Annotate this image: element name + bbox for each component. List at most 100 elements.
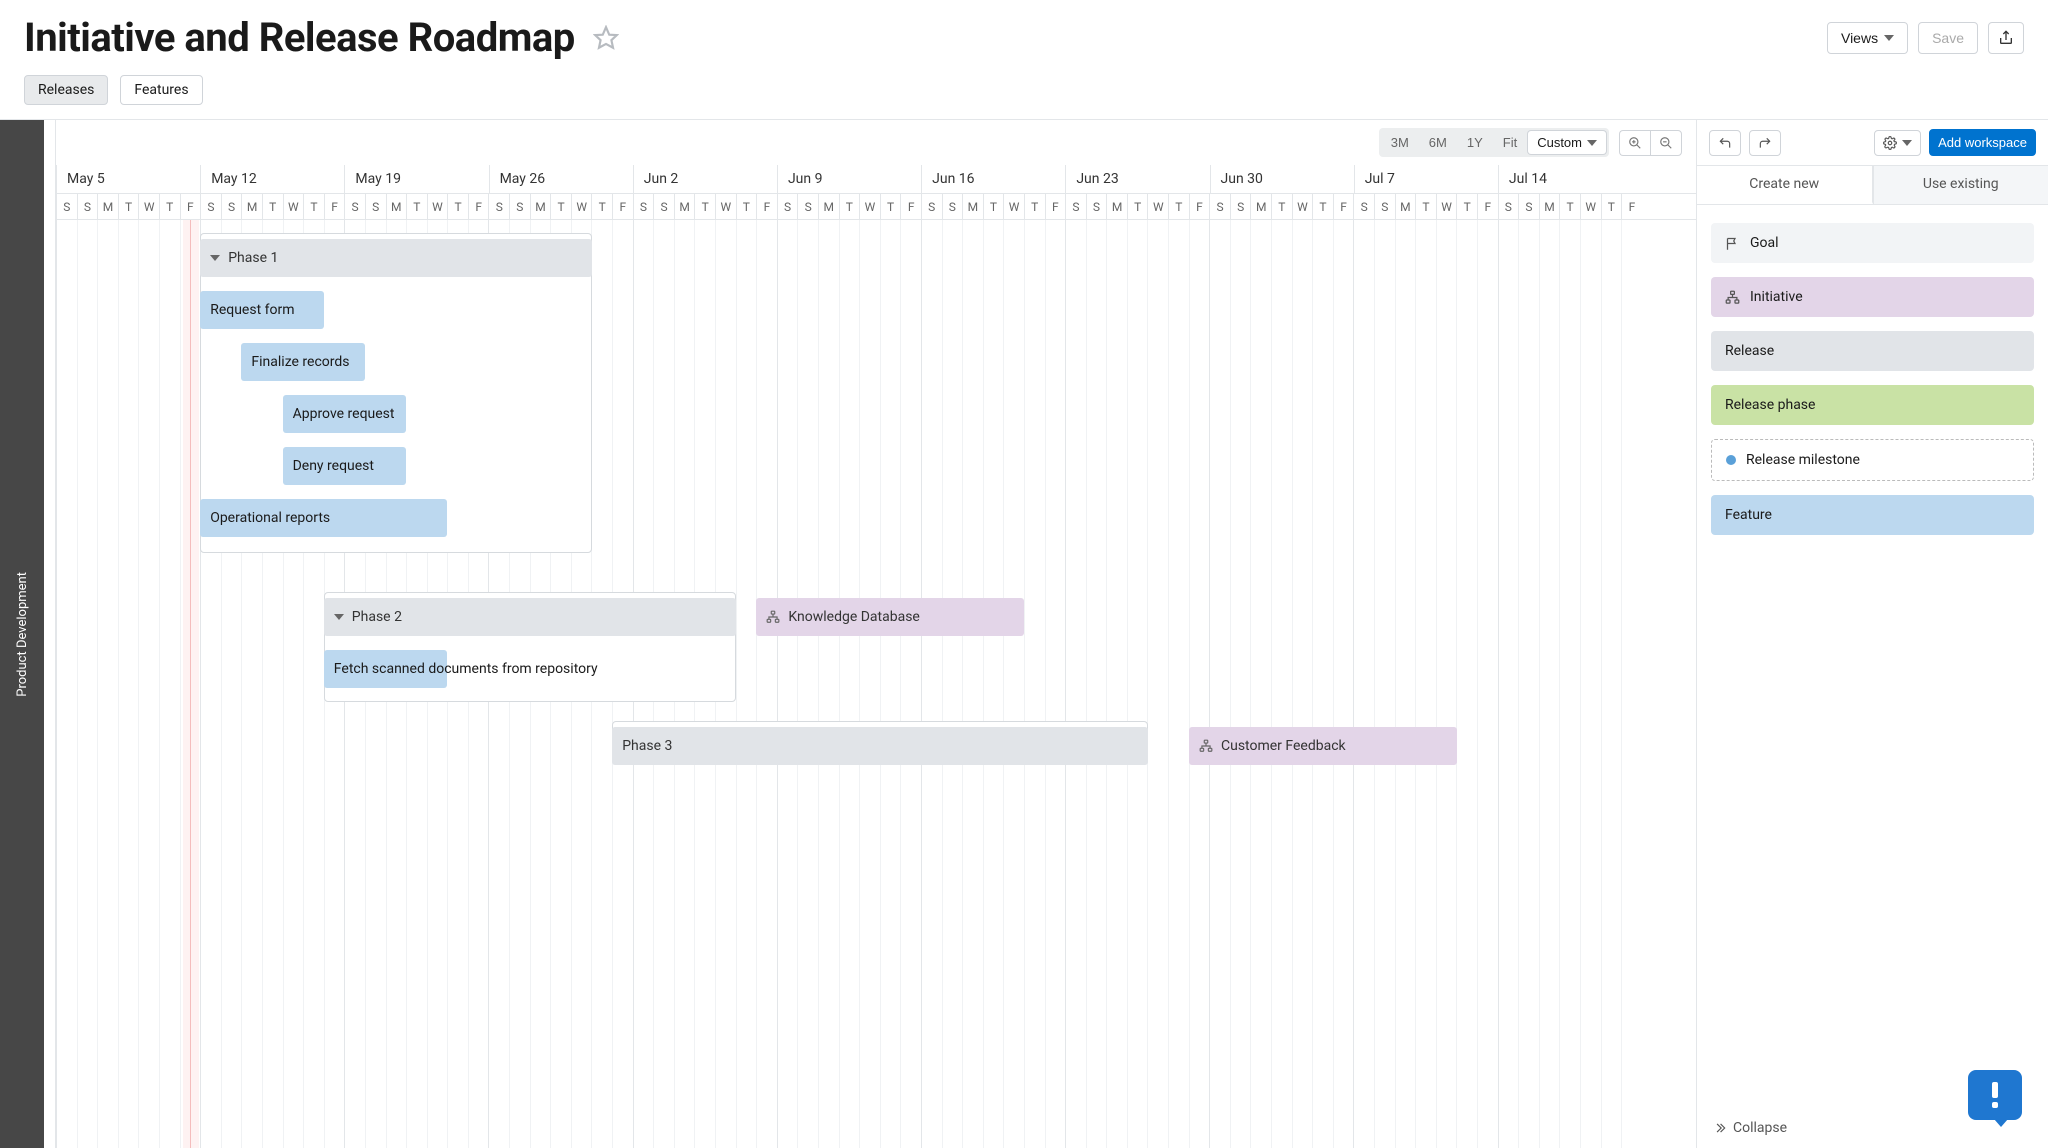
zoom-6m[interactable]: 6M [1420, 131, 1456, 154]
redo-button[interactable] [1749, 130, 1781, 156]
zoom-custom[interactable]: Custom [1528, 131, 1606, 154]
day-header: S [777, 194, 798, 219]
gantt-phase[interactable]: Phase 3 [612, 727, 1148, 765]
zoom-out-icon [1659, 136, 1673, 150]
day-header: S [1209, 194, 1230, 219]
day-header: S [365, 194, 386, 219]
day-header: F [1189, 194, 1210, 219]
day-header: F [1621, 194, 1642, 219]
palette-release[interactable]: Release [1711, 331, 2034, 371]
day-header: W [138, 194, 159, 219]
day-header: T [736, 194, 757, 219]
day-header: W [283, 194, 304, 219]
zoom-fit[interactable]: Fit [1494, 131, 1526, 154]
gantt-phase[interactable]: Phase 1 [200, 239, 591, 277]
day-header: T [1168, 194, 1189, 219]
day-header: S [1353, 194, 1374, 219]
day-header: T [1456, 194, 1477, 219]
star-icon [593, 25, 619, 51]
week-header: Jun 16 [921, 165, 1065, 193]
day-header: S [1065, 194, 1086, 219]
swimlane-label[interactable]: Product Development [0, 120, 44, 1148]
chevron-down-icon [210, 255, 220, 261]
undo-button[interactable] [1709, 130, 1741, 156]
favorite-button[interactable] [589, 21, 623, 55]
day-header: T [303, 194, 324, 219]
settings-button[interactable] [1874, 130, 1921, 156]
day-header: F [1333, 194, 1354, 219]
zoom-out-button[interactable] [1650, 130, 1682, 156]
day-header: W [1436, 194, 1457, 219]
day-header: S [653, 194, 674, 219]
day-header: T [1024, 194, 1045, 219]
redo-icon [1758, 136, 1772, 150]
gantt-feature[interactable]: Finalize records [241, 343, 365, 381]
hierarchy-icon [766, 610, 780, 624]
day-header: M [674, 194, 695, 219]
week-header: Jun 30 [1210, 165, 1354, 193]
gantt-initiative[interactable]: Customer Feedback [1189, 727, 1457, 765]
day-header: T [694, 194, 715, 219]
day-header: W [1292, 194, 1313, 219]
gantt-phase[interactable]: Phase 2 [324, 598, 736, 636]
day-header: T [839, 194, 860, 219]
day-header: T [159, 194, 180, 219]
gear-icon [1883, 136, 1897, 150]
day-header: S [488, 194, 509, 219]
gantt-initiative[interactable]: Knowledge Database [756, 598, 1024, 636]
views-button[interactable]: Views [1827, 22, 1908, 54]
day-header: F [1045, 194, 1066, 219]
day-header: S [344, 194, 365, 219]
palette-feature[interactable]: Feature [1711, 495, 2034, 535]
share-icon [1998, 30, 2014, 46]
zoom-in-icon [1628, 136, 1642, 150]
panel-tab-existing[interactable]: Use existing [1873, 166, 2048, 204]
swimlane-handle[interactable] [44, 120, 56, 1148]
day-header: M [97, 194, 118, 219]
day-header: M [1106, 194, 1127, 219]
palette-release-phase[interactable]: Release phase [1711, 385, 2034, 425]
week-header: Jun 2 [633, 165, 777, 193]
zoom-1y[interactable]: 1Y [1458, 131, 1492, 154]
gantt-feature[interactable]: Fetch scanned documents from repository [324, 650, 448, 688]
week-header: Jul 14 [1498, 165, 1642, 193]
day-header: T [1271, 194, 1292, 219]
palette-release-milestone[interactable]: Release milestone [1711, 439, 2034, 481]
chevron-down-icon [1587, 140, 1597, 146]
zoom-3m[interactable]: 3M [1382, 131, 1418, 154]
palette-initiative[interactable]: Initiative [1711, 277, 2034, 317]
gantt-feature[interactable]: Operational reports [200, 499, 447, 537]
gantt-feature[interactable]: Request form [200, 291, 324, 329]
day-header: T [1559, 194, 1580, 219]
day-header: F [1477, 194, 1498, 219]
day-header: M [1395, 194, 1416, 219]
day-header: M [818, 194, 839, 219]
gantt-feature[interactable]: Deny request [283, 447, 407, 485]
day-header: W [1003, 194, 1024, 219]
day-header: W [571, 194, 592, 219]
feedback-bubble[interactable] [1968, 1070, 2022, 1120]
tab-features[interactable]: Features [120, 75, 202, 105]
day-header: W [427, 194, 448, 219]
zoom-in-button[interactable] [1619, 130, 1650, 156]
chevron-down-icon [334, 614, 344, 620]
palette-goal[interactable]: Goal [1711, 223, 2034, 263]
undo-icon [1718, 136, 1732, 150]
day-header: F [468, 194, 489, 219]
day-header: T [447, 194, 468, 219]
panel-tab-create[interactable]: Create new [1697, 166, 1873, 204]
share-button[interactable] [1988, 22, 2024, 54]
tab-releases[interactable]: Releases [24, 75, 108, 105]
week-header: Jul 7 [1354, 165, 1498, 193]
day-header: S [797, 194, 818, 219]
add-workspace-button[interactable]: Add workspace [1929, 129, 2036, 156]
day-header: S [77, 194, 98, 219]
save-button[interactable]: Save [1918, 22, 1978, 54]
day-header: T [1127, 194, 1148, 219]
day-header: T [262, 194, 283, 219]
page-title: Initiative and Release Roadmap [24, 14, 575, 61]
gantt-feature[interactable]: Approve request [283, 395, 407, 433]
day-header: T [118, 194, 139, 219]
day-header: S [1498, 194, 1519, 219]
day-header: T [406, 194, 427, 219]
